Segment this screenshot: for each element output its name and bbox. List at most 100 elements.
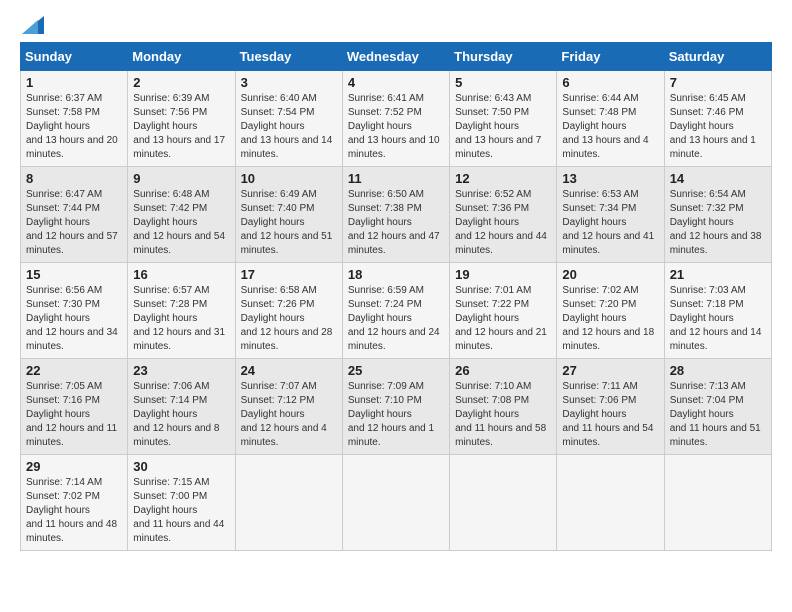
- calendar-week-row: 1 Sunrise: 6:37 AMSunset: 7:58 PMDayligh…: [21, 71, 772, 167]
- day-number: 29: [26, 459, 122, 474]
- day-number: 16: [133, 267, 229, 282]
- day-number: 24: [241, 363, 337, 378]
- calendar-table: SundayMondayTuesdayWednesdayThursdayFrid…: [20, 42, 772, 551]
- calendar-day-cell: 16 Sunrise: 6:57 AMSunset: 7:28 PMDaylig…: [128, 263, 235, 359]
- day-number: 7: [670, 75, 766, 90]
- day-number: 4: [348, 75, 444, 90]
- calendar-day-cell: 28 Sunrise: 7:13 AMSunset: 7:04 PMDaylig…: [664, 359, 771, 455]
- calendar-day-cell: [342, 455, 449, 551]
- day-number: 22: [26, 363, 122, 378]
- calendar-day-cell: 8 Sunrise: 6:47 AMSunset: 7:44 PMDayligh…: [21, 167, 128, 263]
- day-info: Sunrise: 6:40 AMSunset: 7:54 PMDaylight …: [241, 93, 333, 160]
- calendar-day-cell: 29 Sunrise: 7:14 AMSunset: 7:02 PMDaylig…: [21, 455, 128, 551]
- day-info: Sunrise: 7:11 AMSunset: 7:06 PMDaylight …: [562, 381, 653, 448]
- day-number: 27: [562, 363, 658, 378]
- calendar-day-cell: 12 Sunrise: 6:52 AMSunset: 7:36 PMDaylig…: [450, 167, 557, 263]
- day-number: 28: [670, 363, 766, 378]
- calendar-day-cell: 21 Sunrise: 7:03 AMSunset: 7:18 PMDaylig…: [664, 263, 771, 359]
- calendar-day-cell: 6 Sunrise: 6:44 AMSunset: 7:48 PMDayligh…: [557, 71, 664, 167]
- day-info: Sunrise: 6:59 AMSunset: 7:24 PMDaylight …: [348, 285, 440, 352]
- calendar-day-cell: 27 Sunrise: 7:11 AMSunset: 7:06 PMDaylig…: [557, 359, 664, 455]
- day-number: 6: [562, 75, 658, 90]
- weekday-header-friday: Friday: [557, 43, 664, 71]
- weekday-header-monday: Monday: [128, 43, 235, 71]
- day-number: 23: [133, 363, 229, 378]
- day-info: Sunrise: 6:52 AMSunset: 7:36 PMDaylight …: [455, 189, 547, 256]
- calendar-week-row: 15 Sunrise: 6:56 AMSunset: 7:30 PMDaylig…: [21, 263, 772, 359]
- page-header: [20, 20, 772, 34]
- day-number: 5: [455, 75, 551, 90]
- day-info: Sunrise: 6:41 AMSunset: 7:52 PMDaylight …: [348, 93, 440, 160]
- weekday-header-thursday: Thursday: [450, 43, 557, 71]
- calendar-header-row: SundayMondayTuesdayWednesdayThursdayFrid…: [21, 43, 772, 71]
- day-info: Sunrise: 6:43 AMSunset: 7:50 PMDaylight …: [455, 93, 541, 160]
- calendar-day-cell: 13 Sunrise: 6:53 AMSunset: 7:34 PMDaylig…: [557, 167, 664, 263]
- day-number: 11: [348, 171, 444, 186]
- calendar-day-cell: 30 Sunrise: 7:15 AMSunset: 7:00 PMDaylig…: [128, 455, 235, 551]
- day-number: 25: [348, 363, 444, 378]
- calendar-day-cell: 23 Sunrise: 7:06 AMSunset: 7:14 PMDaylig…: [128, 359, 235, 455]
- day-number: 26: [455, 363, 551, 378]
- day-info: Sunrise: 6:44 AMSunset: 7:48 PMDaylight …: [562, 93, 648, 160]
- day-number: 12: [455, 171, 551, 186]
- calendar-day-cell: [450, 455, 557, 551]
- day-info: Sunrise: 7:05 AMSunset: 7:16 PMDaylight …: [26, 381, 117, 448]
- day-number: 1: [26, 75, 122, 90]
- calendar-day-cell: [557, 455, 664, 551]
- calendar-day-cell: 24 Sunrise: 7:07 AMSunset: 7:12 PMDaylig…: [235, 359, 342, 455]
- calendar-day-cell: 9 Sunrise: 6:48 AMSunset: 7:42 PMDayligh…: [128, 167, 235, 263]
- day-number: 19: [455, 267, 551, 282]
- calendar-day-cell: [664, 455, 771, 551]
- day-info: Sunrise: 6:49 AMSunset: 7:40 PMDaylight …: [241, 189, 333, 256]
- calendar-day-cell: 3 Sunrise: 6:40 AMSunset: 7:54 PMDayligh…: [235, 71, 342, 167]
- day-number: 15: [26, 267, 122, 282]
- calendar-day-cell: 15 Sunrise: 6:56 AMSunset: 7:30 PMDaylig…: [21, 263, 128, 359]
- day-info: Sunrise: 7:06 AMSunset: 7:14 PMDaylight …: [133, 381, 219, 448]
- day-info: Sunrise: 7:03 AMSunset: 7:18 PMDaylight …: [670, 285, 762, 352]
- weekday-header-saturday: Saturday: [664, 43, 771, 71]
- day-info: Sunrise: 6:45 AMSunset: 7:46 PMDaylight …: [670, 93, 756, 160]
- calendar-week-row: 22 Sunrise: 7:05 AMSunset: 7:16 PMDaylig…: [21, 359, 772, 455]
- weekday-header-tuesday: Tuesday: [235, 43, 342, 71]
- weekday-header-wednesday: Wednesday: [342, 43, 449, 71]
- calendar-day-cell: 2 Sunrise: 6:39 AMSunset: 7:56 PMDayligh…: [128, 71, 235, 167]
- day-number: 3: [241, 75, 337, 90]
- calendar-day-cell: [235, 455, 342, 551]
- day-info: Sunrise: 7:10 AMSunset: 7:08 PMDaylight …: [455, 381, 546, 448]
- day-info: Sunrise: 6:39 AMSunset: 7:56 PMDaylight …: [133, 93, 225, 160]
- day-info: Sunrise: 7:15 AMSunset: 7:00 PMDaylight …: [133, 477, 224, 544]
- day-number: 30: [133, 459, 229, 474]
- day-info: Sunrise: 7:02 AMSunset: 7:20 PMDaylight …: [562, 285, 654, 352]
- calendar-day-cell: 7 Sunrise: 6:45 AMSunset: 7:46 PMDayligh…: [664, 71, 771, 167]
- day-info: Sunrise: 6:57 AMSunset: 7:28 PMDaylight …: [133, 285, 225, 352]
- day-info: Sunrise: 7:07 AMSunset: 7:12 PMDaylight …: [241, 381, 327, 448]
- day-number: 14: [670, 171, 766, 186]
- day-info: Sunrise: 7:01 AMSunset: 7:22 PMDaylight …: [455, 285, 547, 352]
- calendar-day-cell: 26 Sunrise: 7:10 AMSunset: 7:08 PMDaylig…: [450, 359, 557, 455]
- day-number: 20: [562, 267, 658, 282]
- calendar-day-cell: 14 Sunrise: 6:54 AMSunset: 7:32 PMDaylig…: [664, 167, 771, 263]
- calendar-day-cell: 20 Sunrise: 7:02 AMSunset: 7:20 PMDaylig…: [557, 263, 664, 359]
- day-number: 13: [562, 171, 658, 186]
- day-info: Sunrise: 7:13 AMSunset: 7:04 PMDaylight …: [670, 381, 761, 448]
- day-number: 2: [133, 75, 229, 90]
- calendar-week-row: 29 Sunrise: 7:14 AMSunset: 7:02 PMDaylig…: [21, 455, 772, 551]
- logo-icon: [22, 16, 44, 34]
- calendar-week-row: 8 Sunrise: 6:47 AMSunset: 7:44 PMDayligh…: [21, 167, 772, 263]
- calendar-day-cell: 10 Sunrise: 6:49 AMSunset: 7:40 PMDaylig…: [235, 167, 342, 263]
- day-info: Sunrise: 6:53 AMSunset: 7:34 PMDaylight …: [562, 189, 654, 256]
- day-info: Sunrise: 6:48 AMSunset: 7:42 PMDaylight …: [133, 189, 225, 256]
- calendar-day-cell: 19 Sunrise: 7:01 AMSunset: 7:22 PMDaylig…: [450, 263, 557, 359]
- day-info: Sunrise: 7:14 AMSunset: 7:02 PMDaylight …: [26, 477, 117, 544]
- day-info: Sunrise: 7:09 AMSunset: 7:10 PMDaylight …: [348, 381, 434, 448]
- calendar-day-cell: 1 Sunrise: 6:37 AMSunset: 7:58 PMDayligh…: [21, 71, 128, 167]
- day-info: Sunrise: 6:54 AMSunset: 7:32 PMDaylight …: [670, 189, 762, 256]
- calendar-day-cell: 5 Sunrise: 6:43 AMSunset: 7:50 PMDayligh…: [450, 71, 557, 167]
- calendar-day-cell: 4 Sunrise: 6:41 AMSunset: 7:52 PMDayligh…: [342, 71, 449, 167]
- day-info: Sunrise: 6:50 AMSunset: 7:38 PMDaylight …: [348, 189, 440, 256]
- day-number: 17: [241, 267, 337, 282]
- calendar-day-cell: 25 Sunrise: 7:09 AMSunset: 7:10 PMDaylig…: [342, 359, 449, 455]
- day-number: 8: [26, 171, 122, 186]
- calendar-day-cell: 18 Sunrise: 6:59 AMSunset: 7:24 PMDaylig…: [342, 263, 449, 359]
- day-number: 9: [133, 171, 229, 186]
